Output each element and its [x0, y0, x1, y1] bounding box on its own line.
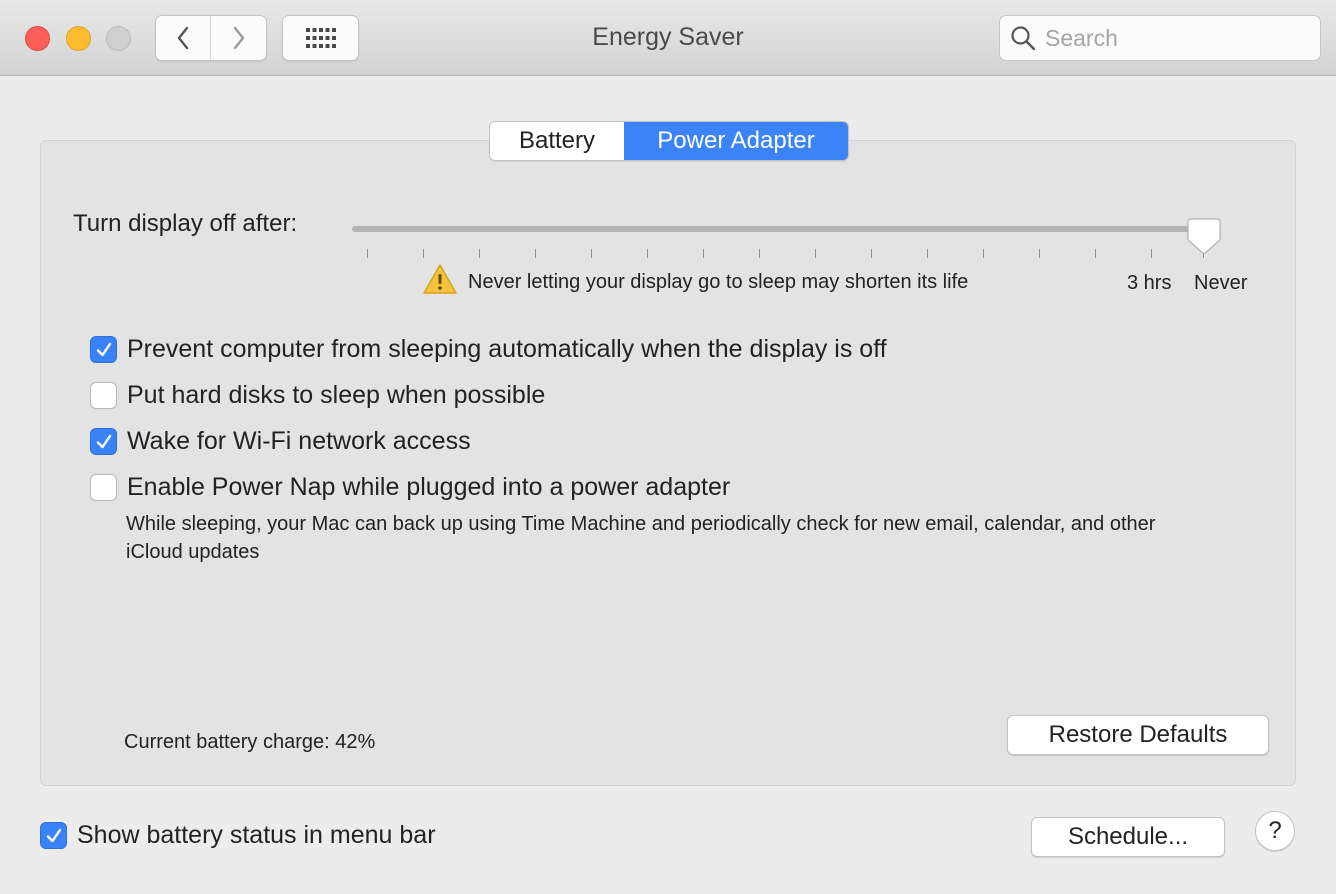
slider-tick [1151, 249, 1152, 258]
slider-tick [591, 249, 592, 258]
display-sleep-warning: Never letting your display go to sleep m… [468, 271, 969, 293]
help-button[interactable]: ? [1255, 811, 1295, 851]
wake-wifi-checkbox[interactable] [90, 428, 117, 455]
show-battery-status-label: Show battery status in menu bar [77, 821, 436, 849]
search-icon [1011, 26, 1036, 51]
checkmark-icon [96, 342, 111, 356]
tab-battery[interactable]: Battery [490, 122, 624, 160]
slider-tick [815, 249, 816, 258]
tab-power-adapter[interactable]: Power Adapter [624, 122, 848, 160]
power-nap-label: Enable Power Nap while plugged into a po… [127, 473, 731, 501]
option-show-battery-status[interactable]: Show battery status in menu bar [40, 821, 436, 850]
slider-tick [423, 249, 424, 258]
restore-defaults-button[interactable]: Restore Defaults [1007, 715, 1269, 755]
slider-tick [871, 249, 872, 258]
hard-disk-sleep-label: Put hard disks to sleep when possible [127, 381, 546, 409]
power-nap-description: While sleeping, your Mac can back up usi… [126, 513, 1156, 563]
search-field[interactable] [999, 15, 1321, 61]
slider-label-never: Never [1194, 272, 1248, 294]
slider-tick [367, 249, 368, 258]
slider-tick [759, 249, 760, 258]
schedule-button[interactable]: Schedule... [1031, 817, 1225, 857]
slider-tick [983, 249, 984, 258]
wake-wifi-label: Wake for Wi-Fi network access [127, 427, 471, 455]
slider-tick [479, 249, 480, 258]
prevent-sleep-checkbox[interactable] [90, 336, 117, 363]
power-nap-checkbox[interactable] [90, 474, 117, 501]
option-prevent-sleep[interactable]: Prevent computer from sleeping automatic… [90, 335, 887, 364]
slider-tick [1095, 249, 1096, 258]
title-bar: Energy Saver [0, 0, 1336, 76]
checkmark-icon [96, 434, 111, 448]
checkmark-icon [46, 828, 61, 842]
slider-tick [647, 249, 648, 258]
tab-bar: Battery Power Adapter [489, 121, 849, 161]
slider-tick [535, 249, 536, 258]
prevent-sleep-label: Prevent computer from sleeping automatic… [127, 335, 887, 363]
option-wake-wifi[interactable]: Wake for Wi-Fi network access [90, 427, 471, 456]
battery-charge-status: Current battery charge: 42% [124, 731, 376, 753]
slider-label-3hrs: 3 hrs [1127, 272, 1172, 294]
slider-tick [703, 249, 704, 258]
search-input[interactable] [1045, 24, 1305, 52]
slider-tick [1039, 249, 1040, 258]
slider-tick [927, 249, 928, 258]
display-sleep-label: Turn display off after: [73, 210, 298, 237]
display-sleep-slider[interactable] [352, 226, 1204, 232]
hard-disk-sleep-checkbox[interactable] [90, 382, 117, 409]
warning-icon [423, 264, 457, 294]
slider-knob[interactable] [1187, 218, 1221, 256]
show-battery-status-checkbox[interactable] [40, 822, 67, 849]
option-hard-disk-sleep[interactable]: Put hard disks to sleep when possible [90, 381, 545, 410]
option-power-nap[interactable]: Enable Power Nap while plugged into a po… [90, 473, 730, 502]
